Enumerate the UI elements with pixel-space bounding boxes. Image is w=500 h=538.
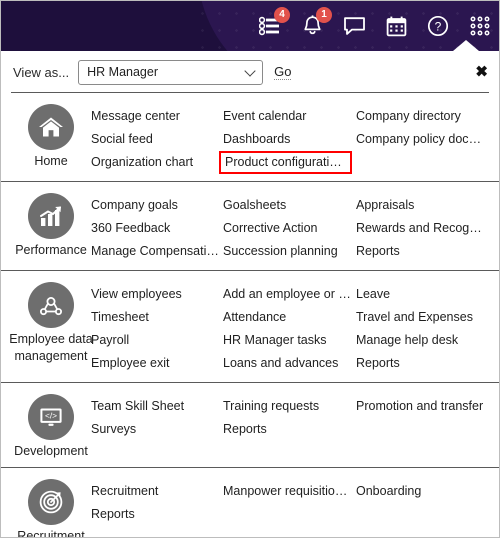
section-employee-data-management-heading: Employee data management xyxy=(9,280,93,365)
menu-item-performance-reports[interactable]: Reports xyxy=(356,240,489,263)
menu-sections: Home Message center Event calendar Compa… xyxy=(1,93,499,537)
section-recruitment-heading: Recruitment xyxy=(11,477,91,537)
menu-item-timesheet[interactable]: Timesheet xyxy=(91,306,223,329)
target-bullseye-icon xyxy=(28,479,74,525)
menu-item-team-skill-sheet[interactable]: Team Skill Sheet xyxy=(91,395,223,418)
menu-item-development-reports[interactable]: Reports xyxy=(223,418,356,441)
menu-item-message-center[interactable]: Message center xyxy=(91,105,223,128)
menu-item-add-an-employee-or-edit[interactable]: Add an employee or edi... xyxy=(223,283,356,306)
section-home-items: Message center Event calendar Company di… xyxy=(91,102,489,174)
menu-item-succession-planning[interactable]: Succession planning xyxy=(223,240,356,263)
menu-item-360-feedback[interactable]: 360 Feedback xyxy=(91,217,223,240)
menu-item-training-requests[interactable]: Training requests xyxy=(223,395,356,418)
svg-text:</>: </> xyxy=(45,411,57,421)
menu-item-corrective-action[interactable]: Corrective Action xyxy=(223,217,356,240)
section-development-items: Team Skill Sheet Training requests Promo… xyxy=(91,392,489,441)
menu-item-company-directory[interactable]: Company directory xyxy=(356,105,489,128)
go-button[interactable]: Go xyxy=(274,64,292,80)
menu-item-employee-exit[interactable]: Employee exit xyxy=(91,352,223,375)
menu-item-employee-data-reports[interactable]: Reports xyxy=(356,352,489,375)
section-title: Home xyxy=(34,154,68,168)
performance-chart-icon xyxy=(28,193,74,239)
section-employee-data-management: Employee data management View employees … xyxy=(1,271,499,383)
caret-up-icon[interactable] xyxy=(453,40,479,51)
section-performance: Performance Company goals Goalsheets App… xyxy=(1,182,499,271)
svg-text:?: ? xyxy=(435,20,442,34)
top-header-bar: 4 1 ? xyxy=(1,1,499,51)
menu-item-view-employees[interactable]: View employees xyxy=(91,283,223,306)
menu-item-manpower-requisition-plan[interactable]: Manpower requisition p... xyxy=(223,480,356,503)
section-performance-items: Company goals Goalsheets Appraisals 360 … xyxy=(91,191,489,263)
menu-item-appraisals[interactable]: Appraisals xyxy=(356,194,489,217)
menu-item-surveys[interactable]: Surveys xyxy=(91,418,223,441)
menu-item-goalsheets[interactable]: Goalsheets xyxy=(223,194,356,217)
section-title: Recruitment xyxy=(17,529,85,538)
notifications-badge-count: 1 xyxy=(316,7,332,23)
menu-item-social-feed[interactable]: Social feed xyxy=(91,128,223,151)
menu-item-manage-help-desk[interactable]: Manage help desk xyxy=(356,329,489,352)
menu-item-promotion-and-transfer[interactable]: Promotion and transfer xyxy=(356,395,489,418)
section-home-heading: Home xyxy=(11,102,91,170)
menu-item-empty xyxy=(356,151,489,174)
close-icon[interactable]: ✖ xyxy=(475,65,488,80)
view-as-label: View as... xyxy=(13,64,70,80)
employee-network-icon xyxy=(28,282,74,328)
role-select-value: HR Manager xyxy=(87,65,158,79)
menu-item-recruitment[interactable]: Recruitment xyxy=(91,480,223,503)
calendar-icon[interactable] xyxy=(383,13,409,39)
home-icon xyxy=(28,104,74,150)
menu-item-organization-chart[interactable]: Organization chart xyxy=(91,151,223,174)
menu-item-empty xyxy=(356,503,489,526)
section-title: Employee data management xyxy=(9,332,93,363)
section-employee-data-management-items: View employees Add an employee or edi...… xyxy=(91,280,489,375)
section-performance-heading: Performance xyxy=(11,191,91,259)
menu-item-payroll[interactable]: Payroll xyxy=(91,329,223,352)
menu-item-empty xyxy=(223,503,356,526)
menu-item-onboarding[interactable]: Onboarding xyxy=(356,480,489,503)
section-recruitment-items: Recruitment Manpower requisition p... On… xyxy=(91,477,489,526)
help-circle-icon[interactable]: ? xyxy=(425,13,451,39)
menu-item-attendance[interactable]: Attendance xyxy=(223,306,356,329)
chevron-down-icon xyxy=(244,65,256,77)
todo-list-icon[interactable]: 4 xyxy=(257,7,290,39)
section-title: Performance xyxy=(15,243,87,257)
menu-item-event-calendar[interactable]: Event calendar xyxy=(223,105,356,128)
section-recruitment: Recruitment Recruitment Manpower requisi… xyxy=(1,468,499,537)
view-as-bar: View as... HR Manager Go ✖ xyxy=(1,51,499,93)
section-development-heading: </> Development xyxy=(11,392,91,460)
menu-item-loans-and-advances[interactable]: Loans and advances xyxy=(223,352,356,375)
menu-item-empty xyxy=(356,418,489,441)
menu-item-recruitment-reports[interactable]: Reports xyxy=(91,503,223,526)
section-development: </> Development Team Skill Sheet Trainin… xyxy=(1,383,499,468)
menu-item-hr-manager-tasks[interactable]: HR Manager tasks xyxy=(223,329,356,352)
notifications-bell-icon[interactable]: 1 xyxy=(299,7,332,39)
menu-item-manage-compensation[interactable]: Manage Compensation xyxy=(91,240,223,263)
section-home: Home Message center Event calendar Compa… xyxy=(1,93,499,182)
app-root: 4 1 ? View as... HR Manager Go ✖ Home Me… xyxy=(0,0,500,538)
menu-item-rewards-and-recognition[interactable]: Rewards and Recognitio... xyxy=(356,217,489,240)
menu-item-travel-and-expenses[interactable]: Travel and Expenses xyxy=(356,306,489,329)
menu-item-company-policy-documents[interactable]: Company policy docum... xyxy=(356,128,489,151)
menu-item-product-configurations[interactable]: Product configurations xyxy=(219,151,352,174)
menu-item-company-goals[interactable]: Company goals xyxy=(91,194,223,217)
app-launcher-grid-icon[interactable] xyxy=(467,13,493,39)
role-select[interactable]: HR Manager xyxy=(78,59,264,85)
code-monitor-icon: </> xyxy=(28,394,74,440)
chat-bubble-icon[interactable] xyxy=(341,13,367,39)
menu-item-dashboards[interactable]: Dashboards xyxy=(223,128,356,151)
todo-badge-count: 4 xyxy=(274,7,290,23)
section-title: Development xyxy=(14,444,88,458)
menu-item-leave[interactable]: Leave xyxy=(356,283,489,306)
